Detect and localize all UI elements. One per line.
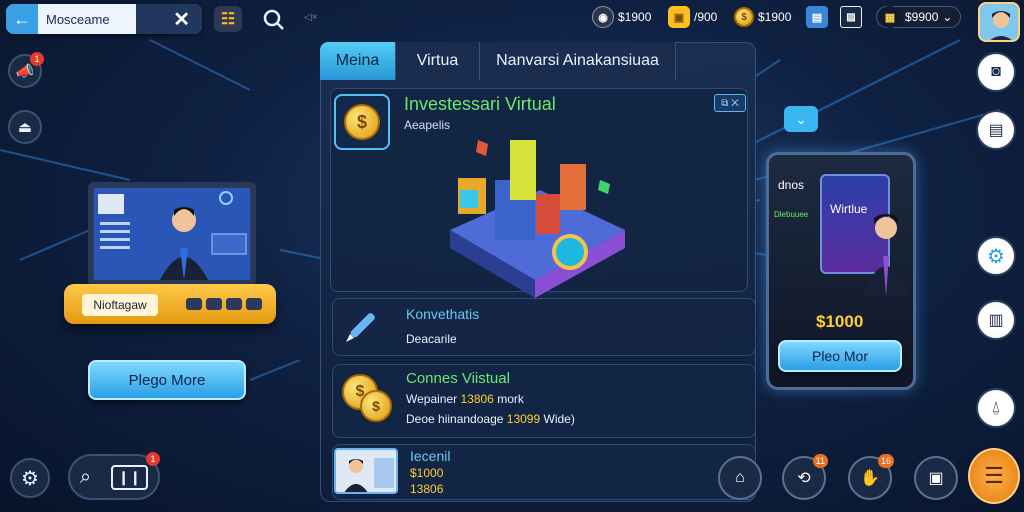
resource-gold-coin[interactable]: $ $1900 <box>734 6 791 28</box>
megaphone-icon: 📣 <box>15 63 35 80</box>
close-icon: ✕ <box>173 8 190 31</box>
resource-value: $1900 <box>618 10 652 24</box>
laptop-screen-illustration <box>88 182 256 286</box>
resource-wallet[interactable]: ▦ $9900 ⌄ <box>876 6 962 28</box>
investor-figure <box>862 214 910 296</box>
archive-icon: ▤ <box>988 122 1004 139</box>
list-item[interactable] <box>332 298 756 356</box>
bottom-left-toolbar: ⌕ ❙❙ 1 <box>68 452 160 500</box>
search-icon[interactable] <box>262 8 286 32</box>
settings-gear-button[interactable]: ⚙ <box>976 236 1016 276</box>
hero-expand-chip[interactable]: ⧉ ✕ <box>714 94 746 112</box>
megaphone-button[interactable]: 📣 1 <box>8 52 44 88</box>
rocket-icon: ⏏ <box>17 119 33 136</box>
home-button[interactable]: ⌂ <box>718 456 762 500</box>
boost-button[interactable]: ⏏ <box>8 110 42 144</box>
alert-button[interactable]: ⍙ <box>976 388 1016 428</box>
hero-coin-badge: $ <box>334 94 390 150</box>
profile-card-icon: ▣ <box>928 470 944 487</box>
person-document-icon <box>344 458 394 492</box>
avatar-portrait <box>980 4 1018 40</box>
toolbar-badge: 1 <box>146 452 160 466</box>
resource-chart-card[interactable]: ▤ <box>806 6 828 28</box>
mute-icon[interactable]: ◁× <box>304 12 318 23</box>
avatar[interactable] <box>978 2 1020 42</box>
row-title: Iecenil <box>410 448 451 464</box>
pen-icon <box>346 313 375 342</box>
wallet-card-icon: ▦ <box>879 6 901 28</box>
row-line-1: Wepainer 13806 mork <box>406 392 524 406</box>
document-thumbnail <box>334 448 398 494</box>
tab-main[interactable]: Meina <box>320 42 396 80</box>
resource-value: $1900 <box>758 10 792 24</box>
refresh-badge: 11 <box>812 454 828 468</box>
gear-icon: ⚙ <box>21 467 39 490</box>
tab-virtual[interactable]: Virtua <box>396 42 480 80</box>
laptop-keys <box>186 298 262 310</box>
phone-button-label: Pleo Mor <box>811 348 869 364</box>
laptop-screen-content <box>94 188 250 280</box>
phone-caption: Dlebuuee <box>774 210 809 219</box>
stacked-coins-icon-2: $ <box>360 390 392 422</box>
pause-icon[interactable]: ❙❙ <box>110 464 149 490</box>
row-subtitle: Deacarile <box>406 332 457 346</box>
book-icon: ▥ <box>988 312 1004 329</box>
handshake-badge: 16 <box>877 454 894 468</box>
picture-icon: ▨ <box>840 6 862 28</box>
close-search-button[interactable]: ✕ <box>136 4 202 34</box>
gear-icon: ⚙ <box>987 245 1005 268</box>
dollar-coin-icon: $ <box>344 104 380 140</box>
virtual-city-illustration <box>450 140 625 298</box>
phone-play-button[interactable]: Pleo Mor <box>778 340 902 372</box>
archive-button[interactable]: ▤ <box>976 110 1016 150</box>
laptop-label: Nioftagaw <box>82 294 158 316</box>
tab-analysis[interactable]: Nanvarsi Ainakansiuaa <box>480 42 676 80</box>
row-title: Connes Viistual <box>406 370 510 387</box>
profile-button[interactable]: ▣ <box>914 456 958 500</box>
row-title: Konvethatis <box>406 306 480 322</box>
notes-button[interactable]: ☰ <box>968 448 1020 504</box>
resource-picture[interactable]: ▨ <box>840 6 862 28</box>
list-item[interactable] <box>332 364 756 438</box>
resource-gold-bag[interactable]: ▣ /900 <box>668 6 717 28</box>
chevron-down-icon[interactable]: ⌄ <box>784 106 818 132</box>
grid-menu-icon[interactable]: ☷ <box>214 6 242 32</box>
back-arrow-icon[interactable]: ← <box>6 4 38 34</box>
play-more-label: Plego More <box>128 371 206 389</box>
bell-icon: ⍙ <box>991 399 1001 416</box>
camera-button[interactable]: ◙ <box>976 52 1016 92</box>
row-line-2: 13806 <box>410 482 444 496</box>
tab-bar: Meina Virtua Nanvarsi Ainakansiuaa <box>320 42 676 80</box>
resource-value: $9900 <box>905 10 939 24</box>
notification-badge: 1 <box>30 52 44 66</box>
book-button[interactable]: ▥ <box>976 300 1016 340</box>
phone-heading: dnos <box>778 178 805 192</box>
notes-icon: ☰ <box>984 463 1004 488</box>
handshake-icon: ✋ <box>860 470 880 487</box>
row-line-2: Deoe hiinandoage 13099 Wide) <box>406 412 575 426</box>
row-line-1: $1000 <box>410 466 444 480</box>
dark-coin-icon: ◉ <box>592 6 614 28</box>
refresh-icon: ⟲ <box>797 470 811 487</box>
home-icon: ⌂ <box>735 469 745 486</box>
settings-button[interactable]: ⚙ <box>10 458 50 498</box>
refresh-button[interactable]: ⟲ 11 <box>782 454 828 500</box>
search-bar[interactable]: ← Mosceame ✕ <box>6 4 202 34</box>
chart-card-icon: ▤ <box>806 6 828 28</box>
resource-dark-coin[interactable]: ◉ $1900 <box>592 6 651 28</box>
resource-value: /900 <box>694 10 718 24</box>
hero-title: Investessari Virtual <box>404 94 556 114</box>
gold-bag-icon: ▣ <box>668 6 690 28</box>
magnifier-history-icon[interactable]: ⌕ <box>80 466 91 489</box>
phone-price: $1000 <box>816 312 864 331</box>
gold-coin-icon: $ <box>734 7 754 27</box>
camera-icon: ◙ <box>991 63 1001 80</box>
chevron-down-icon: ⌄ <box>942 10 953 24</box>
handshake-button[interactable]: ✋ 16 <box>848 454 894 500</box>
play-more-button[interactable]: Plego More <box>88 360 246 400</box>
